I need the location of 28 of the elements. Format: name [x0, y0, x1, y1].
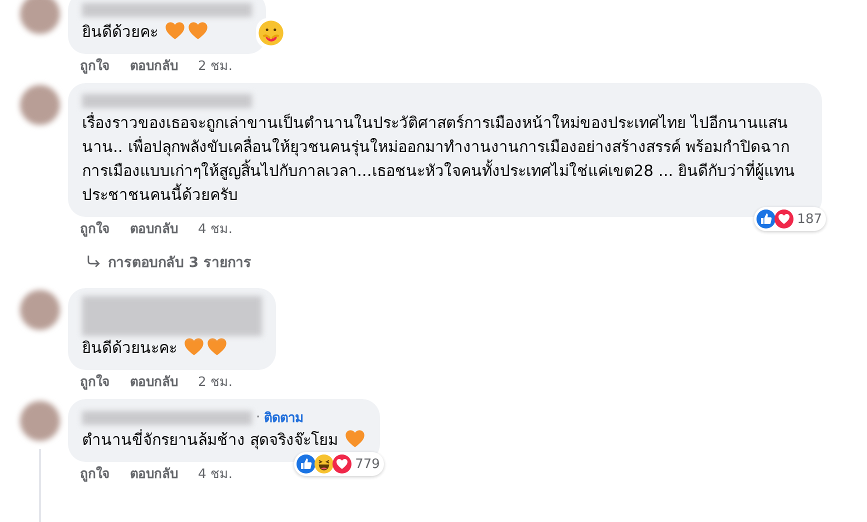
reaction-count: 779 [354, 456, 380, 472]
like-link[interactable]: ถูกใจ [80, 466, 110, 484]
avatar[interactable] [20, 85, 60, 125]
avatar[interactable] [20, 401, 60, 441]
reaction-summary[interactable]: 187 [754, 207, 826, 231]
timestamp[interactable]: 2 ชม. [198, 58, 233, 76]
like-link[interactable]: ถูกใจ [80, 374, 110, 392]
timestamp[interactable]: 4 ชม. [198, 221, 233, 239]
timestamp[interactable]: 4 ชม. [198, 466, 233, 484]
comment-text: เรื่องราวของเธอจะถูกเล่าขานเป็นตำนานในประวัติศาสตร์การเมืองหน้าใหม่ของประเทศไทย ไปอีกนานแสนนาน.. เพื่อปลุกพลังขับเคลื่อนให้ยุวชนคนรุ่นใหม่ออกมาทำงานงานการเมืองอย่างสร้างสรรค์ พร้อมกำปิดฉากการเมืองแบบเก่าๆให้สูญสิ้นไปกับกาลเวลา...เธอชนะหัวใจคนทั้งประเทศไม่ใช่แค่เขต28 ... ยินดีกับว่าที่ผู้แทนประชาชนคนนี้ด้วยครับ [82, 114, 796, 204]
reply-link[interactable]: ตอบกลับ [130, 221, 178, 239]
timestamp[interactable]: 2 ชม. [198, 374, 233, 392]
reply-link[interactable]: ตอบกลับ [130, 58, 178, 76]
comment-text: ยินดีด้วยนะคะ [82, 339, 177, 357]
comment-text: ยินดีด้วยคะ [82, 23, 158, 41]
like-link[interactable]: ถูกใจ [80, 58, 110, 76]
reply-arrow-icon [86, 254, 102, 270]
like-link[interactable]: ถูกใจ [80, 221, 110, 239]
avatar[interactable] [20, 0, 60, 34]
reply-link[interactable]: ตอบกลับ [130, 374, 178, 392]
follow-link[interactable]: ติดตาม [264, 407, 304, 428]
reply-link[interactable]: ตอบกลับ [130, 466, 178, 484]
view-replies-link[interactable]: การตอบกลับ 3 รายการ [68, 239, 252, 281]
separator-dot: · [256, 410, 260, 425]
reaction-summary[interactable]: 779 [294, 452, 384, 476]
avatar[interactable] [20, 290, 60, 330]
reaction-count: 187 [796, 212, 822, 226]
comment-text: ตำนานขี่จักรยานล้มช้าง สุดจริงจ๊ะโยม [82, 431, 338, 449]
